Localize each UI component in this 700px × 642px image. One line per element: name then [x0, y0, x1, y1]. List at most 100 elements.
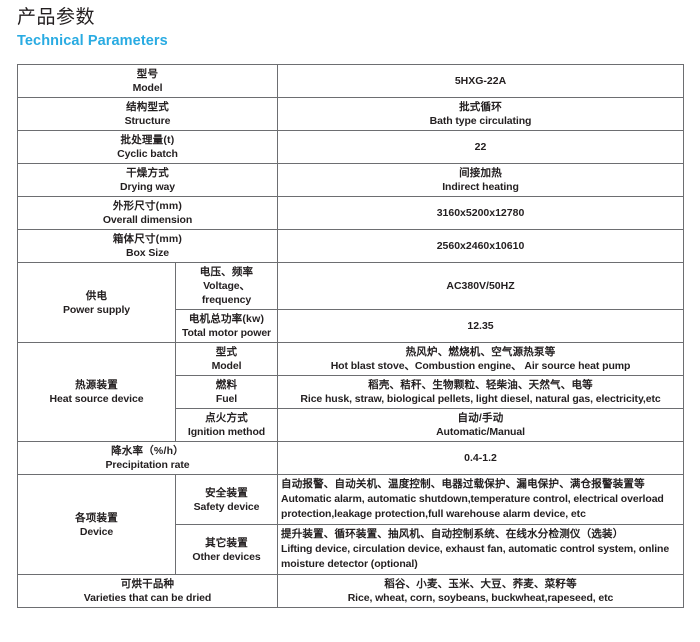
label-cn: 结构型式 [126, 101, 169, 113]
row-value-voltage-frequency: AC380V/50HZ [277, 262, 684, 310]
label-cn: 箱体尺寸(mm) [112, 233, 183, 245]
row-value-heat-source-model: 热风炉、燃烧机、空气源热泵等 Hot blast stove、Combustio… [277, 342, 684, 376]
row-value-total-motor-power: 12.35 [277, 309, 684, 343]
table-row: 干燥方式 Drying way 间接加热 Indirect heating [17, 163, 684, 197]
sub-label-voltage-frequency: 电压、频率 Voltage、frequency [175, 262, 278, 310]
sub-label-en: Voltage、frequency [201, 280, 252, 306]
sub-label-cn: 其它装置 [205, 536, 248, 549]
value-cn: 自动/手动 [457, 412, 504, 424]
value-en: Automatic alarm, automatic shutdown,temp… [281, 493, 664, 520]
sub-label-cn: 安全装置 [205, 486, 248, 499]
label-cn: 型号 [136, 68, 159, 80]
value-cn: 热风炉、燃烧机、空气源热泵等 [405, 346, 556, 358]
page-title-en: Technical Parameters [17, 33, 168, 49]
sub-label-en: Fuel [215, 393, 238, 405]
value-en: Bath type circulating [429, 115, 532, 127]
row-label-device: 各项装置 Device [17, 474, 176, 575]
sub-label-ignition-method: 点火方式 Ignition method [175, 408, 278, 442]
value-cn: 提升装置、循环装置、抽风机、自动控制系统、在线水分检测仪（选装） [281, 528, 624, 540]
value-text: 22 [474, 141, 487, 153]
label-en: Varieties that can be dried [83, 592, 212, 604]
sub-label-other-devices: 其它装置 Other devices [175, 524, 278, 575]
value-text: 2560x2460x10610 [436, 240, 525, 252]
label-cn: 供电 [85, 289, 108, 302]
label-en: Power supply [62, 303, 131, 316]
row-value-structure: 批式循环 Bath type circulating [277, 97, 684, 131]
sub-label-cn: 型式 [215, 346, 238, 358]
row-value-box-size: 2560x2460x10610 [277, 229, 684, 263]
label-en: Drying way [119, 181, 176, 193]
sub-label-safety-device: 安全装置 Safety device [175, 474, 278, 525]
label-en: Structure [124, 115, 171, 127]
label-en: Heat source device [49, 393, 144, 405]
row-value-cyclic-batch: 22 [277, 130, 684, 164]
row-value-precipitation-rate: 0.4-1.2 [277, 441, 684, 475]
table-row: 供电 Power supply 电压、频率 Voltage、frequency … [17, 262, 684, 343]
label-cn: 各项装置 [75, 511, 118, 524]
sub-label-cn: 电机总功率(kw) [188, 313, 265, 325]
row-label-cyclic-batch: 批处理量(t) Cyclic batch [17, 130, 278, 164]
row-value-drying-way: 间接加热 Indirect heating [277, 163, 684, 197]
technical-parameters-page: 产品参数 Technical Parameters 型号 Model 5HXG-… [0, 0, 700, 642]
value-en: Hot blast stove、Combustion engine、 Air s… [330, 360, 631, 372]
value-en: Rice husk, straw, biological pellets, li… [300, 393, 661, 405]
sub-label-heat-source-fuel: 燃料 Fuel [175, 375, 278, 409]
row-label-varieties: 可烘干品种 Varieties that can be dried [17, 574, 278, 608]
label-en: Box Size [126, 247, 169, 259]
parameters-table-wrapper: 型号 Model 5HXG-22A 结构型式 Structure 批式循环 Ba… [17, 64, 684, 608]
parameters-table: 型号 Model 5HXG-22A 结构型式 Structure 批式循环 Ba… [17, 64, 684, 608]
row-value-ignition-method: 自动/手动 Automatic/Manual [277, 408, 684, 442]
value-cn: 批式循环 [459, 101, 502, 113]
table-row: 各项装置 Device 安全装置 Safety device 自动报警、自动关机… [17, 474, 684, 575]
page-title-cn: 产品参数 [17, 7, 96, 28]
sub-label-en: Ignition method [187, 426, 266, 438]
value-en: Automatic/Manual [436, 426, 525, 438]
sub-label-en: Safety device [193, 500, 260, 513]
table-row: 可烘干品种 Varieties that can be dried 稻谷、小麦、… [17, 574, 684, 608]
sub-label-cn: 燃料 [215, 379, 238, 391]
row-value-safety-device: 自动报警、自动关机、温度控制、电器过载保护、漏电保护、满仓报警装置等 Autom… [277, 474, 684, 525]
value-en: Lifting device, circulation device, exha… [281, 543, 670, 570]
sub-label-en: Total motor power [181, 327, 272, 339]
sub-label-en: Other devices [192, 550, 261, 563]
sub-label-en: Model [211, 360, 242, 372]
row-label-power-supply: 供电 Power supply [17, 262, 176, 343]
sub-label-total-motor-power: 电机总功率(kw) Total motor power [175, 309, 278, 343]
label-cn: 批处理量(t) [120, 134, 175, 146]
value-text: 5HXG-22A [454, 75, 507, 87]
value-cn: 间接加热 [459, 167, 502, 179]
value-cn: 稻谷、小麦、玉米、大豆、荞麦、菜籽等 [384, 578, 577, 590]
row-label-drying-way: 干燥方式 Drying way [17, 163, 278, 197]
row-label-box-size: 箱体尺寸(mm) Box Size [17, 229, 278, 263]
table-row: 型号 Model 5HXG-22A [17, 64, 684, 98]
label-cn: 外形尺寸(mm) [112, 200, 183, 212]
label-en: Model [132, 82, 163, 94]
table-row: 箱体尺寸(mm) Box Size 2560x2460x10610 [17, 229, 684, 263]
value-en: Rice, wheat, corn, soybeans, buckwheat,r… [347, 592, 614, 604]
row-label-structure: 结构型式 Structure [17, 97, 278, 131]
label-cn: 可烘干品种 [120, 578, 175, 590]
label-en: Device [79, 525, 114, 538]
table-row: 批处理量(t) Cyclic batch 22 [17, 130, 684, 164]
table-row: 外形尺寸(mm) Overall dimension 3160x5200x127… [17, 196, 684, 230]
row-value-model: 5HXG-22A [277, 64, 684, 98]
page-heading: 产品参数 Technical Parameters [0, 0, 700, 51]
label-cn: 热源装置 [75, 379, 118, 391]
table-row: 热源装置 Heat source device 型式 Model 热风炉、燃烧机… [17, 342, 684, 442]
value-text: 12.35 [467, 320, 494, 332]
row-label-precipitation-rate: 降水率（%/h） Precipitation rate [17, 441, 278, 475]
sub-label-heat-source-model: 型式 Model [175, 342, 278, 376]
value-en: Indirect heating [442, 181, 519, 193]
row-label-overall-dimension: 外形尺寸(mm) Overall dimension [17, 196, 278, 230]
row-value-varieties: 稻谷、小麦、玉米、大豆、荞麦、菜籽等 Rice, wheat, corn, so… [277, 574, 684, 608]
table-row: 结构型式 Structure 批式循环 Bath type circulatin… [17, 97, 684, 131]
label-en: Overall dimension [102, 214, 193, 226]
value-text: 0.4-1.2 [464, 452, 497, 464]
label-cn: 降水率（%/h） [111, 445, 184, 457]
label-cn: 干燥方式 [126, 167, 169, 179]
sub-label-cn: 电压、频率 [199, 266, 254, 278]
table-row: 降水率（%/h） Precipitation rate 0.4-1.2 [17, 441, 684, 475]
row-label-model: 型号 Model [17, 64, 278, 98]
row-value-overall-dimension: 3160x5200x12780 [277, 196, 684, 230]
value-text: AC380V/50HZ [446, 280, 515, 292]
